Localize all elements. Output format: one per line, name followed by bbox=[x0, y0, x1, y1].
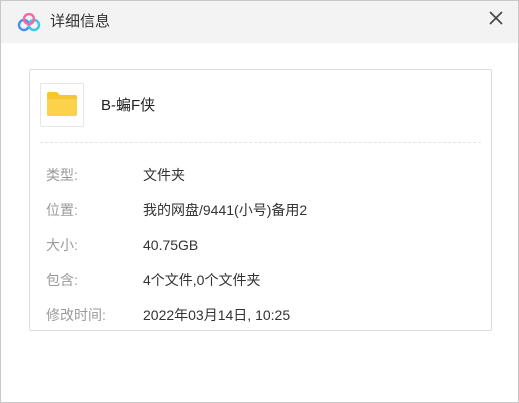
folder-thumbnail bbox=[40, 83, 84, 127]
detail-label: 大小: bbox=[46, 237, 78, 253]
details-dialog: 详细信息 B-蝙F侠 类型: 文件夹 位置: 我的网盘/9441(小号)备用2 … bbox=[0, 0, 519, 403]
detail-label: 位置: bbox=[46, 202, 78, 218]
dialog-title: 详细信息 bbox=[50, 13, 111, 30]
detail-value: 我的网盘/9441(小号)备用2 bbox=[143, 202, 308, 218]
baidu-netdisk-cloud-icon bbox=[17, 12, 41, 33]
title-bar[interactable]: 详细信息 bbox=[1, 1, 518, 43]
folder-icon bbox=[47, 92, 77, 116]
detail-value: 2022年03月14日, 10:25 bbox=[143, 307, 291, 323]
file-name: B-蝙F侠 bbox=[101, 97, 156, 114]
close-button[interactable] bbox=[485, 7, 507, 29]
detail-value: 文件夹 bbox=[143, 167, 185, 183]
close-icon bbox=[489, 11, 503, 25]
detail-label: 类型: bbox=[46, 167, 78, 183]
detail-label: 包含: bbox=[46, 272, 78, 288]
details-panel: B-蝙F侠 类型: 文件夹 位置: 我的网盘/9441(小号)备用2 大小: 4… bbox=[29, 69, 492, 331]
detail-value: 4个文件,0个文件夹 bbox=[143, 272, 261, 288]
divider bbox=[40, 142, 481, 143]
detail-value: 40.75GB bbox=[143, 237, 199, 253]
detail-label: 修改时间: bbox=[46, 307, 106, 323]
